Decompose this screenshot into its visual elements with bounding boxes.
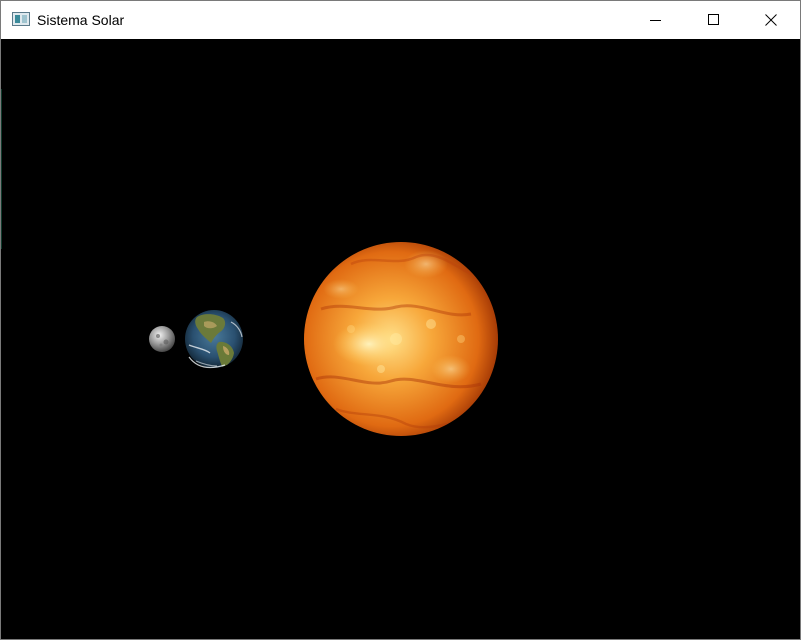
close-button[interactable] — [742, 1, 800, 39]
close-icon — [765, 14, 777, 26]
earth — [185, 310, 243, 369]
maximize-button[interactable] — [685, 1, 743, 39]
maximize-icon — [708, 14, 719, 25]
app-window: Sistema Solar — [0, 0, 801, 640]
solar-system-scene — [149, 242, 498, 436]
sun — [304, 242, 498, 436]
minimize-button[interactable] — [627, 1, 685, 39]
render-viewport[interactable] — [1, 39, 800, 639]
app-window-icon[interactable] — [12, 12, 30, 26]
minimize-icon — [650, 20, 661, 21]
title-bar[interactable]: Sistema Solar — [1, 1, 800, 39]
moon — [149, 326, 175, 352]
window-title: Sistema Solar — [37, 12, 125, 28]
